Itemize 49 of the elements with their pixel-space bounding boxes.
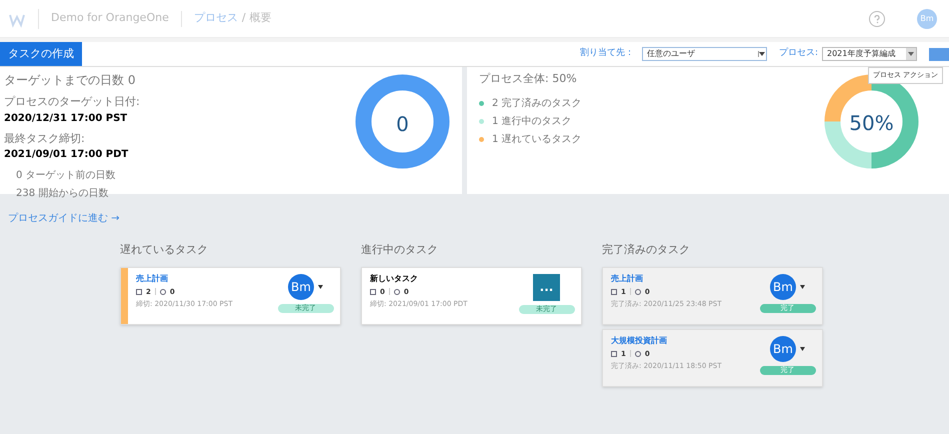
caret-icon [906, 48, 916, 60]
caret-icon [800, 346, 805, 350]
comment-icon [370, 288, 376, 295]
donut-value: 50% [848, 110, 895, 137]
overdue-stripe [121, 268, 128, 324]
process-label: プロセス: [778, 47, 818, 60]
process-dropdown[interactable]: 2021年度予算編成 [822, 47, 917, 61]
caret-icon [318, 284, 323, 288]
legend-label: 1 遅れているタスク [492, 132, 582, 146]
task-title[interactable]: 大規模投資計画 [611, 334, 757, 346]
help-icon[interactable] [869, 10, 885, 26]
assignee-avatar: Bm [770, 274, 796, 300]
progress-title: プロセス全体: 50% [479, 71, 577, 87]
task-title[interactable]: 新しいタスク [370, 272, 516, 284]
more-button[interactable]: ... [533, 274, 560, 300]
attachment-icon [394, 288, 400, 295]
column-title: 遅れているタスク [120, 242, 209, 258]
breadcrumb-separator: / [242, 10, 246, 26]
process-action-button[interactable] [929, 48, 949, 60]
breadcrumb-current: 概要 [250, 10, 272, 26]
legend-label: 1 進行中のタスク [492, 114, 572, 128]
caret-icon [758, 51, 766, 57]
assignee-avatar: Bm [288, 274, 314, 300]
comment-icon [611, 350, 617, 357]
attachment-icon [634, 350, 641, 357]
comment-icon [611, 288, 617, 295]
days-to-target: ターゲットまでの日数 0 [4, 72, 136, 89]
deadline-label: 最終タスク締切: [4, 130, 86, 146]
attachment-icon [634, 288, 641, 295]
comment-icon [136, 288, 142, 295]
column-title: 進行中のタスク [361, 242, 439, 258]
column-title: 完了済みのタスク [602, 242, 691, 258]
legend-label: 2 完了済みのタスク [492, 96, 582, 110]
assignee-label: 割り当て先： [580, 47, 634, 60]
donut-value: 0 [395, 111, 410, 138]
stat-item: 238 開始からの日数 [15, 187, 110, 201]
stat-item: 0 ターゲット前の日数 [15, 169, 117, 183]
attachment-icon [160, 288, 166, 295]
assignee-avatar: Bm [770, 336, 796, 362]
app-name: Demo for OrangeOne [51, 10, 169, 26]
caret-icon [800, 284, 805, 288]
assignee-dropdown[interactable]: 任意のユーザ [642, 47, 767, 61]
create-task-button[interactable]: タスクの作成 [0, 42, 82, 66]
target-date-label: プロセスのターゲット日付: [4, 94, 141, 110]
task-title[interactable]: 売上計画 [136, 272, 275, 284]
deadline-date: 2021/09/01 17:00 PDT [4, 148, 128, 162]
task-title[interactable]: 売上計画 [611, 272, 757, 284]
process-guide-link[interactable]: プロセスガイドに進む → [8, 213, 120, 224]
target-date: 2020/12/31 17:00 PST [4, 112, 128, 126]
